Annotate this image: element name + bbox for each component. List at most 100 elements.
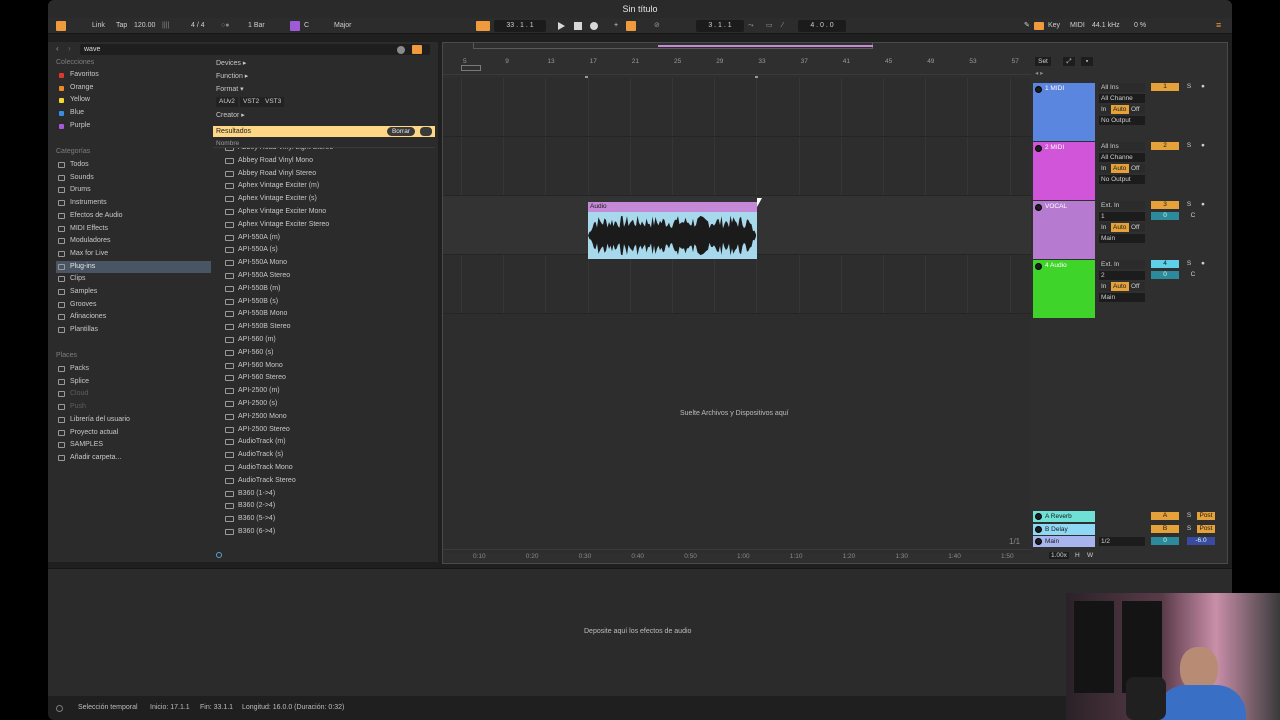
category-item[interactable]: Afinaciones	[56, 311, 211, 323]
arm-button-icon[interactable]: ●	[1197, 201, 1209, 209]
track-activator-icon[interactable]	[1035, 513, 1042, 520]
audio-clip-waveform[interactable]	[588, 212, 757, 259]
browser-scroll-icon[interactable]	[216, 552, 222, 558]
arm-button-icon[interactable]: ●	[1197, 83, 1209, 91]
place-item[interactable]: Packs	[56, 363, 211, 375]
result-item[interactable]: API-550B (s)	[225, 296, 278, 308]
loop-length-field[interactable]: 4 . 0 . 0	[798, 20, 846, 32]
result-item[interactable]: Abbey Road Vinyl Light Stereo	[225, 148, 333, 154]
result-item[interactable]: B360 (5->4)	[225, 513, 275, 525]
monitor-auto-button[interactable]: Auto	[1111, 282, 1129, 291]
category-item[interactable]: Todos	[56, 159, 211, 171]
track-number-button[interactable]: 4	[1151, 260, 1179, 268]
input-channel-dropdown[interactable]: 2	[1099, 271, 1145, 280]
result-item[interactable]: B360 (1->4)	[225, 488, 275, 500]
category-item[interactable]: Efectos de Audio	[56, 210, 211, 222]
solo-button[interactable]: S	[1183, 201, 1195, 209]
pan-field[interactable]: C	[1183, 271, 1203, 279]
result-item[interactable]: Aphex Vintage Exciter (s)	[225, 193, 317, 205]
set-button[interactable]: Set	[1035, 57, 1051, 66]
record-icon[interactable]	[590, 22, 598, 30]
solo-button[interactable]: S	[1183, 525, 1195, 533]
expand-icon[interactable]: ⤢	[1063, 57, 1075, 66]
category-item[interactable]: Grooves	[56, 299, 211, 311]
metronome-bars-icon[interactable]: ||||	[162, 21, 169, 31]
volume-field[interactable]: 0	[1151, 271, 1179, 279]
collection-item[interactable]: Yellow	[56, 94, 211, 106]
loop-switch-icon[interactable]: ⤳	[748, 21, 754, 31]
category-item[interactable]: Instruments	[56, 197, 211, 209]
volume-field[interactable]: 0	[1151, 212, 1179, 220]
arm-button-icon[interactable]: ●	[1197, 260, 1209, 268]
punch-out-icon[interactable]: ⁄	[782, 21, 783, 31]
follow-icon[interactable]	[476, 21, 490, 31]
scale-mode-icon[interactable]	[290, 21, 300, 31]
pan-field[interactable]: C	[1183, 212, 1203, 220]
time-ruler[interactable]: 0:10 0:20 0:30 0:40 0:50 1:00 1:10 1:20 1:30 1:40…	[443, 549, 1031, 563]
filter-format[interactable]: Format ▾	[216, 85, 244, 93]
track-activator-icon[interactable]	[1035, 525, 1042, 533]
result-item[interactable]: API-2500 Mono	[225, 411, 287, 423]
loop-start-field[interactable]: 3 . 1 . 1	[696, 20, 744, 32]
solo-button[interactable]: S	[1183, 83, 1195, 91]
monitor-auto-button[interactable]: Auto	[1111, 164, 1129, 173]
track-header[interactable]: 2 MIDI	[1033, 142, 1095, 200]
place-item[interactable]: Cloud	[56, 388, 211, 400]
back-icon[interactable]: ‹	[56, 44, 59, 53]
result-item[interactable]: B360 (2->4)	[225, 500, 275, 512]
track-header[interactable]: VOCAL	[1033, 201, 1095, 259]
solo-button[interactable]: S	[1183, 260, 1195, 268]
track-lane[interactable]	[443, 255, 1031, 314]
result-item[interactable]: API-550A Stereo	[225, 270, 290, 282]
monitor-in-button[interactable]: In	[1099, 223, 1111, 232]
status-icon[interactable]	[56, 705, 63, 712]
solo-button[interactable]: S	[1183, 512, 1195, 520]
filter-devices[interactable]: Devices ▸	[216, 59, 246, 67]
return-letter-button[interactable]: A	[1151, 512, 1179, 520]
format-tag-vst2[interactable]: VST2	[240, 97, 263, 107]
tap-button[interactable]: Tap	[116, 21, 127, 31]
input-type-dropdown[interactable]: Ext. In	[1099, 260, 1145, 269]
input-type-dropdown[interactable]: All Ins	[1099, 83, 1145, 92]
time-signature-field[interactable]: 4 / 4	[191, 21, 205, 31]
result-item[interactable]: API-2500 Stereo	[225, 424, 290, 436]
menu-icon[interactable]: ≡	[1216, 20, 1221, 30]
key-map-icon[interactable]	[1034, 22, 1044, 30]
result-item[interactable]: Abbey Road Vinyl Stereo	[225, 168, 316, 180]
result-item[interactable]: API-2500 (s)	[225, 398, 277, 410]
result-item[interactable]: API-560 (m)	[225, 334, 276, 346]
track-activator-icon[interactable]	[1035, 204, 1042, 211]
result-item[interactable]: Aphex Vintage Exciter Stereo	[225, 219, 329, 231]
place-item[interactable]: Proyecto actual	[56, 427, 211, 439]
collection-item[interactable]: Blue	[56, 107, 211, 119]
result-item[interactable]: API-560 Stereo	[225, 372, 286, 384]
output-dropdown[interactable]: No Output	[1099, 116, 1145, 125]
input-channel-dropdown[interactable]: All Channe	[1099, 153, 1145, 162]
output-dropdown[interactable]: Main	[1099, 293, 1145, 302]
input-channel-dropdown[interactable]: 1	[1099, 212, 1145, 221]
track-header[interactable]: 4 Audio	[1033, 260, 1095, 318]
result-item[interactable]: API-550B (m)	[225, 283, 280, 295]
loop-brace[interactable]	[461, 65, 481, 71]
return-track-header[interactable]: Main	[1033, 536, 1095, 547]
result-item[interactable]: API-550A (m)	[225, 232, 280, 244]
monitor-off-button[interactable]: Off	[1129, 164, 1145, 173]
result-item[interactable]: Abbey Road Vinyl Mono	[225, 155, 313, 167]
output-dropdown[interactable]: Main	[1099, 234, 1145, 243]
monitor-in-button[interactable]: In	[1099, 282, 1111, 291]
track-header[interactable]: 1 MIDI	[1033, 83, 1095, 141]
forward-icon[interactable]: ›	[68, 44, 71, 53]
result-item[interactable]: API-550A Mono	[225, 257, 287, 269]
zoom-indicator[interactable]: 1.00x	[1049, 552, 1069, 559]
result-item[interactable]: API-550B Mono	[225, 308, 287, 320]
track-activator-icon[interactable]	[1035, 538, 1042, 545]
audio-clip-header[interactable]: Audio	[588, 202, 757, 212]
monitor-off-button[interactable]: Off	[1129, 223, 1145, 232]
solo-button[interactable]: S	[1183, 142, 1195, 150]
clear-search-icon[interactable]	[397, 46, 405, 54]
category-item[interactable]: Moduladores	[56, 235, 211, 247]
result-item[interactable]: AudioTrack (m)	[225, 436, 286, 448]
filter-function[interactable]: Function ▸	[216, 72, 248, 80]
main-pan-field[interactable]: -6.0	[1187, 537, 1215, 545]
result-item[interactable]: API-560 (s)	[225, 347, 273, 359]
